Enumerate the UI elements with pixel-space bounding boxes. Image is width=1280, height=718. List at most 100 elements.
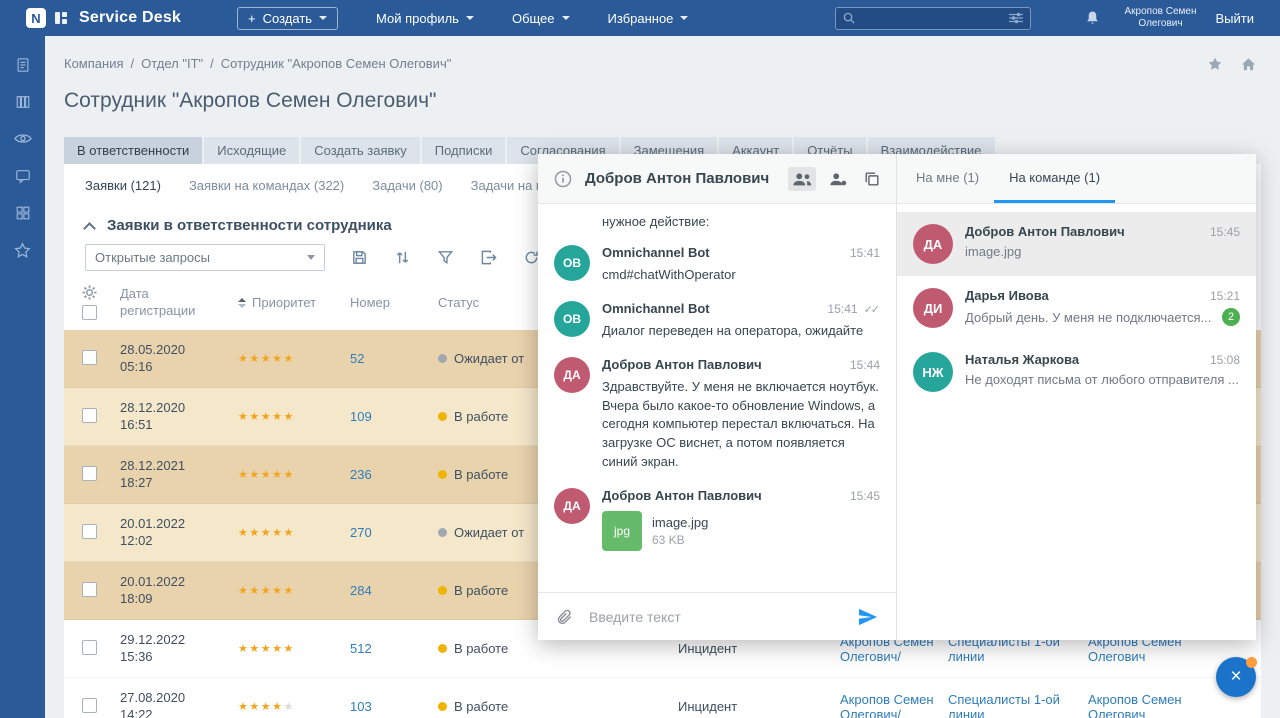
copy-chat-icon[interactable] [860,167,884,191]
message-time: 15:41 [849,246,880,260]
registration-date: 20.01.2022 18:09 [120,573,186,606]
main-tab[interactable]: Создать заявку [301,137,420,164]
subtab[interactable]: Заявки (121) [85,178,161,193]
breadcrumb-separator: / [130,56,135,71]
priority-stars: ★★★★★ [238,700,350,713]
main-tab[interactable]: В ответственности [64,137,203,164]
request-number-link[interactable]: 103 [350,699,372,714]
file-type-chip: jpg [602,510,642,551]
chat-list-pane: На мне (1) На команде (1) ДА Добров Антон … [896,154,1256,640]
star-icon: ★ [238,353,250,365]
star-icon: ★ [283,527,295,539]
breadcrumb-item[interactable]: Отдел "IT" [141,56,203,71]
message-attachment[interactable]: jpg image.jpg 63 KB [602,510,880,551]
star-icon: ★ [260,411,273,423]
priority-stars: ★★★★★ [238,468,350,481]
notifications-bell-icon[interactable] [1085,10,1100,26]
chat-list-item[interactable]: ДА Добров Антон Павлович 15:45 image.jpg [897,212,1256,276]
avatar: ДА [913,224,953,264]
attachment-name: image.jpg [652,514,709,530]
subtab[interactable]: Заявки на командах (322) [189,178,344,193]
app-logo[interactable]: N [26,8,46,28]
save-icon[interactable] [351,249,368,266]
row-checkbox[interactable] [82,349,97,365]
col-header-date[interactable]: Дата регистрации [120,286,208,319]
star-icon[interactable] [0,231,45,268]
assign-person-icon[interactable] [825,167,851,191]
breadcrumb-item[interactable]: Компания [64,56,124,71]
star-icon: ★ [272,701,284,713]
request-number-link[interactable]: 109 [350,409,372,424]
avatar: НЖ [913,352,953,392]
row-checkbox[interactable] [82,581,97,597]
message-text: Диалог переведен на оператора, ожидайте [602,322,864,338]
request-number-link[interactable]: 270 [350,525,372,540]
main-tab[interactable]: Исходящие [204,137,300,164]
menu-my-profile[interactable]: Мой профиль [376,11,474,26]
star-icon: ★ [272,585,284,597]
menu-general[interactable]: Общее [512,11,570,26]
chat-message-input[interactable] [589,608,842,625]
request-number-link[interactable]: 512 [350,641,372,656]
document-icon[interactable] [0,46,45,83]
apps-grid-icon[interactable] [0,194,45,231]
menu-favorites[interactable]: Избранное [608,11,689,26]
participants-icon[interactable] [788,166,816,191]
select-all-checkbox[interactable] [82,305,97,320]
app-grid-icon[interactable] [55,11,69,25]
row-checkbox[interactable] [82,523,97,539]
row-checkbox[interactable] [82,697,97,713]
collapse-chevron-icon[interactable] [83,221,96,235]
chevron-down-icon [307,255,315,260]
notification-dot [1246,657,1257,668]
home-icon[interactable] [1241,57,1256,71]
chat-list-item[interactable]: ДИ Дарья Ивова 15:21 Добрый день. У меня не… [897,276,1256,340]
star-icon: ★ [249,353,261,365]
export-icon[interactable] [480,249,497,266]
client-link[interactable]: Акропов Семен Олегович/ [840,692,934,718]
status-dot-icon [438,702,447,711]
subtab[interactable]: Задачи (80) [372,178,442,193]
favorite-star-icon[interactable] [1207,56,1223,71]
star-icon: ★ [260,701,273,713]
chat-icon[interactable] [0,157,45,194]
status-dot-icon [438,412,447,421]
request-number-link[interactable]: 236 [350,467,372,482]
request-number-link[interactable]: 284 [350,583,372,598]
star-icon: ★ [260,527,273,539]
avatar: ДА [554,487,590,524]
attach-file-icon[interactable] [552,604,577,630]
gear-icon[interactable] [82,285,97,300]
row-checkbox[interactable] [82,639,97,655]
row-checkbox[interactable] [82,407,97,423]
current-user-name[interactable]: Акропов Семен Олегович [1124,6,1198,31]
col-header-number[interactable]: Номер [350,295,438,310]
logout-button[interactable]: Выйти [1216,11,1255,26]
eye-icon[interactable] [0,120,45,157]
section-title: Заявки в ответственности сотрудника [107,217,392,234]
star-icon: ★ [238,527,250,539]
chat-fab-button[interactable]: × [1216,657,1257,697]
responsible-link[interactable]: Акропов Семен Олегович [1088,692,1182,718]
breadcrumb-item[interactable]: Сотрудник "Акропов Семен Олегович" [221,56,452,71]
row-checkbox[interactable] [82,465,97,481]
global-search-input[interactable] [860,11,1003,25]
table-row[interactable]: 27.08.2020 14:22 ★★★★★ 103 В работе Инцидент А… [64,678,1261,718]
sort-icon[interactable] [394,249,411,266]
chat-tab[interactable]: На мне (1) [901,154,994,203]
chat-list-item[interactable]: НЖ Наталья Жаркова 15:08 Не доходят письма … [897,340,1256,404]
search-settings-icon[interactable] [1008,12,1023,24]
filter-select[interactable]: Открытые запросы [85,244,325,271]
chat-tab[interactable]: На команде (1) [994,154,1116,203]
create-button[interactable]: + Создать [237,6,339,30]
col-header-priority[interactable]: Приоритет [238,295,350,310]
columns-icon[interactable] [0,83,45,120]
send-icon[interactable] [854,604,882,630]
request-number-link[interactable]: 52 [350,351,364,366]
info-icon[interactable] [550,166,576,192]
request-type: Инцидент [678,699,738,714]
team-link[interactable]: Специалисты 1-ой линии [948,692,1060,718]
filter-icon[interactable] [437,249,454,266]
star-icon: ★ [272,411,284,423]
main-tab[interactable]: Подписки [421,137,506,164]
